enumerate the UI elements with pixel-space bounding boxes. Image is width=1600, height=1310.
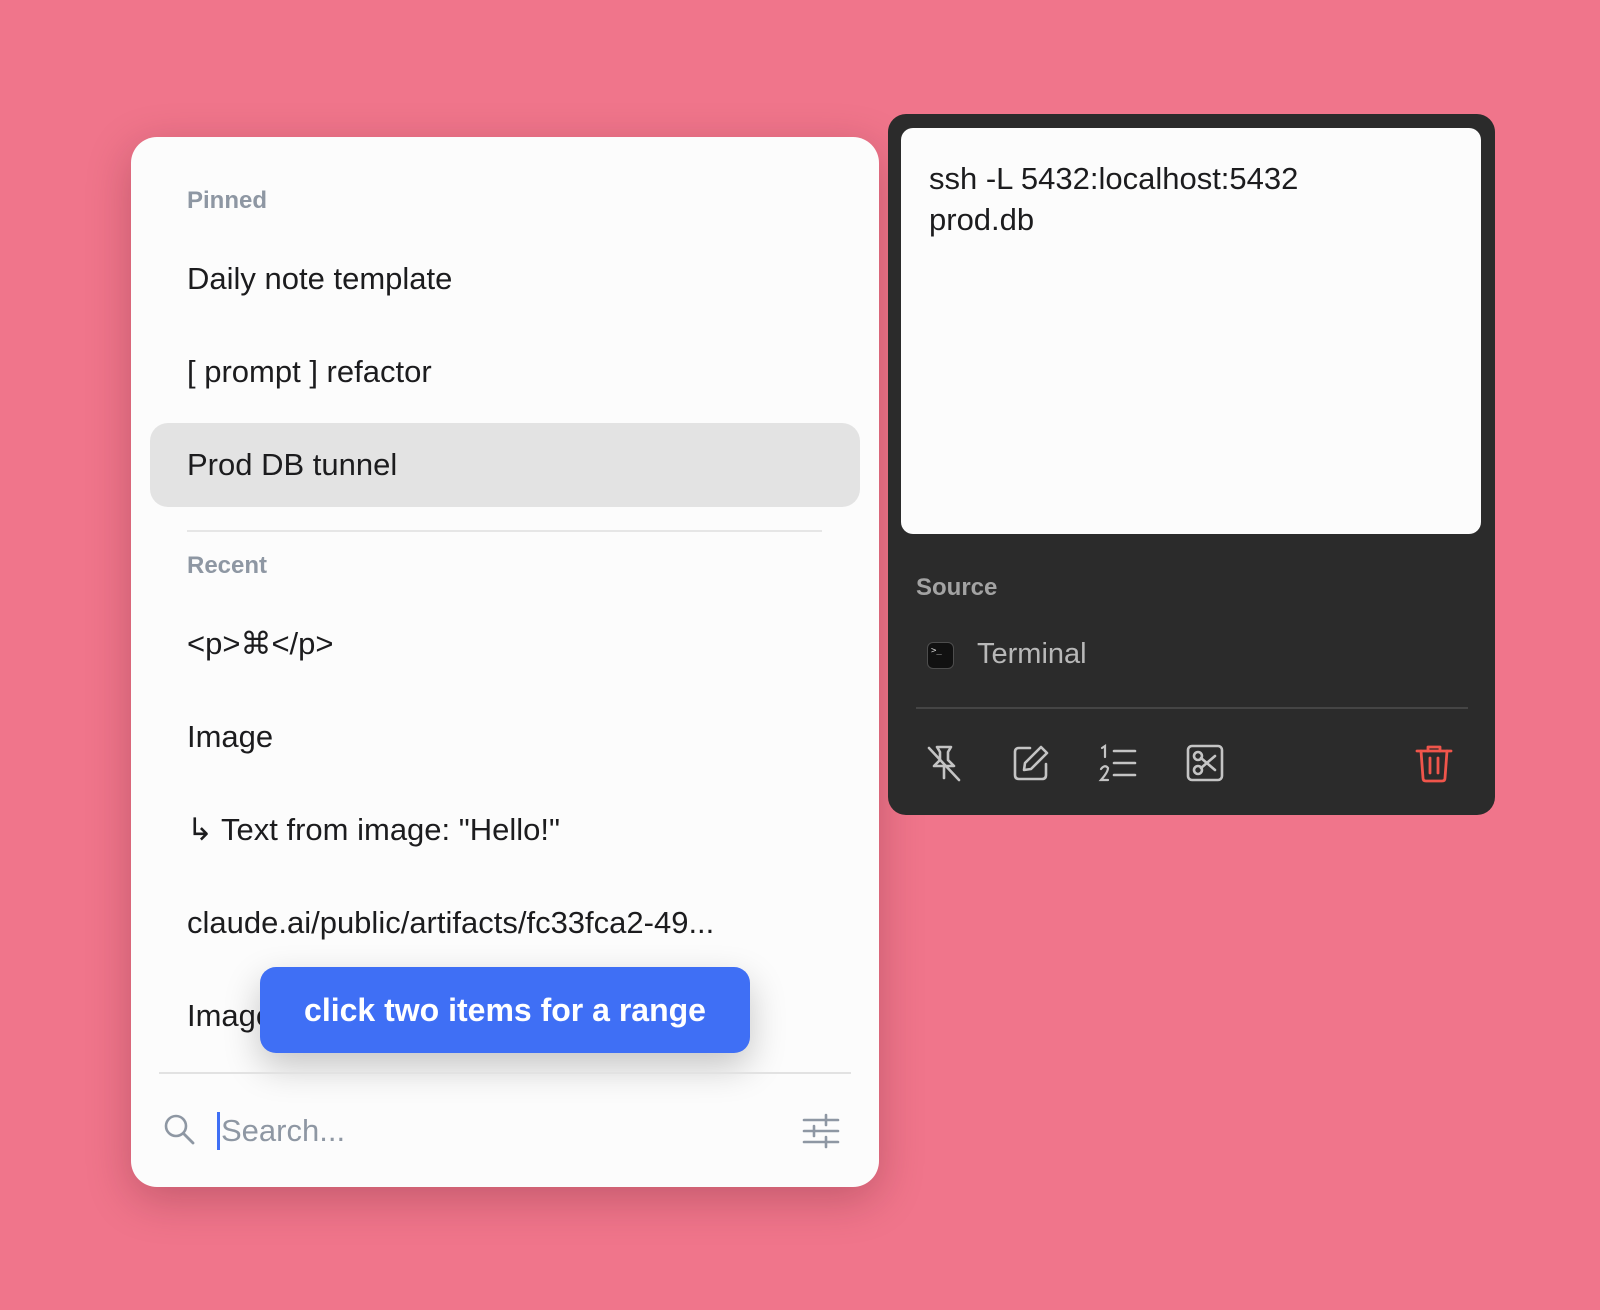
pinned-item-prompt-refactor[interactable]: [ prompt ] refactor bbox=[150, 330, 860, 414]
edit-icon bbox=[1010, 742, 1052, 784]
clipboard-list-panel: Pinned Daily note template [ prompt ] re… bbox=[131, 137, 879, 1187]
recent-item-image[interactable]: Image bbox=[150, 695, 860, 779]
delete-button[interactable] bbox=[1413, 742, 1455, 784]
recent-item-text-from-image[interactable]: ↳ Text from image: "Hello!" bbox=[150, 788, 860, 872]
transform-button[interactable] bbox=[1184, 742, 1226, 784]
pinned-item-daily-note-template[interactable]: Daily note template bbox=[150, 237, 860, 321]
recent-section-label: Recent bbox=[187, 552, 268, 579]
text-caret bbox=[217, 1112, 220, 1150]
unpin-button[interactable] bbox=[923, 742, 965, 784]
edit-button[interactable] bbox=[1010, 742, 1052, 784]
pinned-section-label: Pinned bbox=[187, 187, 268, 214]
pinned-item-prod-db-tunnel[interactable]: Prod DB tunnel bbox=[150, 423, 860, 507]
clip-preview[interactable]: ssh -L 5432:localhost:5432 prod.db bbox=[901, 128, 1481, 534]
section-divider bbox=[187, 530, 822, 532]
search-divider bbox=[159, 1072, 851, 1074]
detail-panel: ssh -L 5432:localhost:5432 prod.db Sourc… bbox=[888, 114, 1495, 815]
search-icon bbox=[162, 1112, 196, 1146]
source-app-name: Terminal bbox=[977, 638, 1087, 670]
sliders-icon[interactable] bbox=[802, 1112, 840, 1150]
range-selection-toast: click two items for a range bbox=[260, 967, 750, 1053]
actions-divider bbox=[916, 707, 1468, 709]
unpin-icon bbox=[923, 742, 965, 784]
trash-icon bbox=[1413, 742, 1455, 784]
terminal-icon: >_ bbox=[927, 642, 954, 669]
numbered-list-icon bbox=[1097, 742, 1139, 784]
search-input[interactable] bbox=[221, 1105, 761, 1157]
scissors-icon bbox=[1184, 742, 1226, 784]
numbered-list-button[interactable] bbox=[1097, 742, 1139, 784]
recent-item-artifact-url[interactable]: claude.ai/public/artifacts/fc33fca2-49..… bbox=[150, 881, 860, 965]
source-label: Source bbox=[916, 574, 998, 601]
recent-item-html-snippet[interactable]: <p>⌘</p> bbox=[150, 602, 860, 686]
